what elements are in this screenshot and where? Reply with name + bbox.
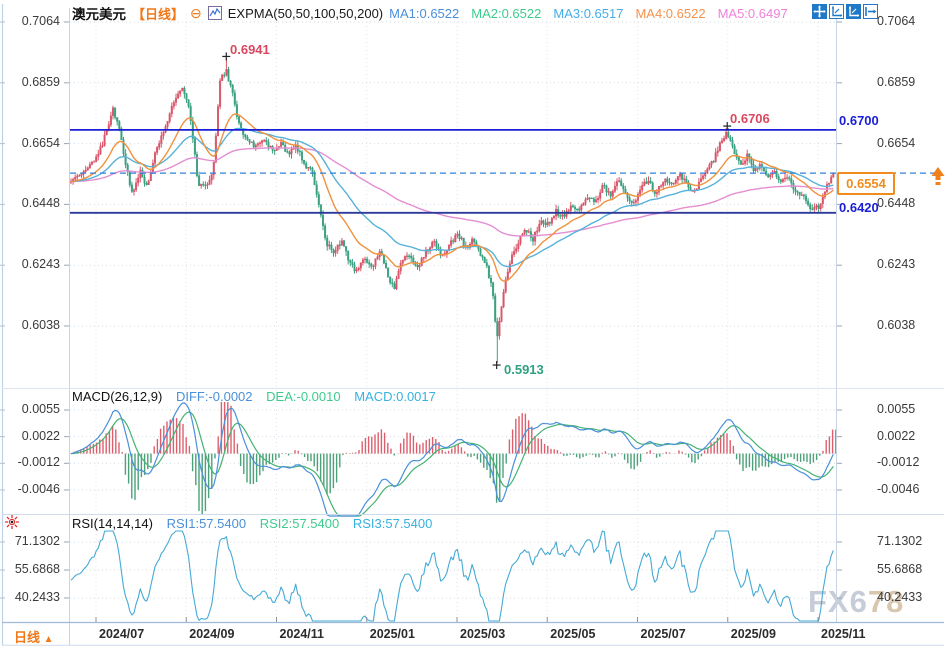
chart-canvas (0, 0, 946, 646)
y-axis-label-right: 0.6654 (877, 136, 915, 150)
y-axis-label-left: 40.2433 (2, 590, 60, 604)
period-tag[interactable]: 【日线】 (132, 4, 184, 23)
date-label: 2024/11 (280, 627, 325, 641)
main-chart-header: 澳元美元 【日线】 ⊖ EXPMA(50,50,100,50,200) MA1:… (72, 4, 800, 22)
ma-value: MA1:0.6522 (389, 6, 459, 21)
date-label: 2025/11 (821, 627, 866, 641)
y-axis-label-right: 0.0022 (877, 429, 915, 443)
pan-exit-icon[interactable] (863, 4, 878, 19)
rsi3-value: RSI3:57.5400 (353, 516, 433, 531)
last-price-box: 0.6554 (837, 172, 895, 195)
macd-dea-value: DEA:-0.0010 (266, 389, 340, 404)
chart-window: FX678 澳元美元 【日线】 ⊖ EXPMA(50,50,100,50,200… (0, 0, 946, 646)
y-axis-label-left: 0.6654 (2, 136, 60, 150)
period-selector[interactable]: 日线 ▲ (14, 627, 54, 646)
y-axis-label-left: 0.7064 (2, 14, 60, 28)
date-label: 2024/09 (189, 627, 234, 641)
y-axis-label-right: 0.6038 (877, 318, 915, 332)
date-label: 2025/09 (731, 627, 776, 641)
y-axis-label-right: 71.1302 (877, 534, 922, 548)
ma-value: MA2:0.6522 (471, 6, 541, 21)
date-label: 2025/01 (370, 627, 415, 641)
ma-value: MA4:0.6522 (635, 6, 705, 21)
rsi2-value: RSI2:57.5400 (260, 516, 340, 531)
y-axis-label-right: 0.6859 (877, 75, 915, 89)
time-axis-bar: 日线 ▲ 2024/07 2024/09 2024/11 2025/01 2025/03… (0, 623, 946, 646)
y-axis-label-left: 55.6868 (2, 562, 60, 576)
y-axis-label-right: 0.7064 (877, 14, 915, 28)
annotation-peak-high: 0.6941 (230, 42, 270, 57)
ma-value: MA5:0.6497 (718, 6, 788, 21)
ma-value: MA3:0.6517 (553, 6, 623, 21)
resistance-level-label: 0.6700 (839, 113, 879, 128)
period-selector-label: 日线 (14, 630, 40, 645)
y-axis-label-right: 55.6868 (877, 562, 922, 576)
price-direction-arrow (930, 166, 946, 195)
annotation-recent-high: 0.6706 (730, 111, 770, 126)
y-axis-label-left: 0.0055 (2, 402, 60, 416)
date-label: 2025/05 (550, 627, 595, 641)
crosshair-move-icon[interactable] (812, 4, 827, 19)
y-axis-label-left: 71.1302 (2, 534, 60, 548)
date-label: 2024/07 (99, 627, 144, 641)
y-axis-label-right: 0.6243 (877, 257, 915, 271)
y-axis-label-left: -0.0046 (2, 482, 60, 496)
chart-toolbar (812, 4, 878, 19)
macd-title[interactable]: MACD(26,12,9) (72, 389, 162, 404)
rsi-panel-marker-icon[interactable] (4, 514, 20, 530)
rsi-header: RSI(14,14,14) RSI1:57.5400 RSI2:57.5400 … (72, 516, 442, 531)
y-axis-label-left: 0.6859 (2, 75, 60, 89)
y-axis-label-right: 40.2433 (877, 590, 922, 604)
y-axis-label-left: -0.0012 (2, 455, 60, 469)
annotation-low: 0.5913 (504, 362, 544, 377)
collapse-indicator-icon[interactable]: ⊖ (190, 7, 202, 19)
period-up-arrow-icon: ▲ (44, 634, 54, 645)
y-axis-label-left: 0.6243 (2, 257, 60, 271)
y-axis-label-right: -0.0012 (877, 455, 919, 469)
y-axis-label-right: 0.0055 (877, 402, 915, 416)
ma-values: MA1:0.6522 MA2:0.6522 MA3:0.6517 MA4:0.6522… (389, 6, 800, 21)
rsi1-value: RSI1:57.5400 (167, 516, 247, 531)
support-level-label: 0.6420 (839, 200, 879, 215)
macd-diff-value: DIFF:-0.0002 (176, 389, 253, 404)
y-axis-label-left: 0.6448 (2, 196, 60, 210)
symbol-title: 澳元美元 (72, 3, 126, 23)
macd-macd-value: MACD:0.0017 (354, 389, 436, 404)
indicator-label[interactable]: EXPMA(50,50,100,50,200) (228, 6, 383, 21)
y-axis-label-left: 0.0022 (2, 429, 60, 443)
rsi-title[interactable]: RSI(14,14,14) (72, 516, 153, 531)
y-axis-label-right: 0.6448 (877, 196, 915, 210)
macd-header: MACD(26,12,9) DIFF:-0.0002 DEA:-0.0010 M… (72, 389, 446, 404)
axis-scale-icon[interactable] (829, 4, 844, 19)
y-axis-label-left: 0.6038 (2, 318, 60, 332)
y-axis-label-right: -0.0046 (877, 482, 919, 496)
date-label: 2025/03 (460, 627, 505, 641)
date-label: 2025/07 (641, 627, 686, 641)
indicator-chart-icon[interactable] (208, 6, 222, 20)
axis-scale-active-icon[interactable] (846, 4, 861, 19)
